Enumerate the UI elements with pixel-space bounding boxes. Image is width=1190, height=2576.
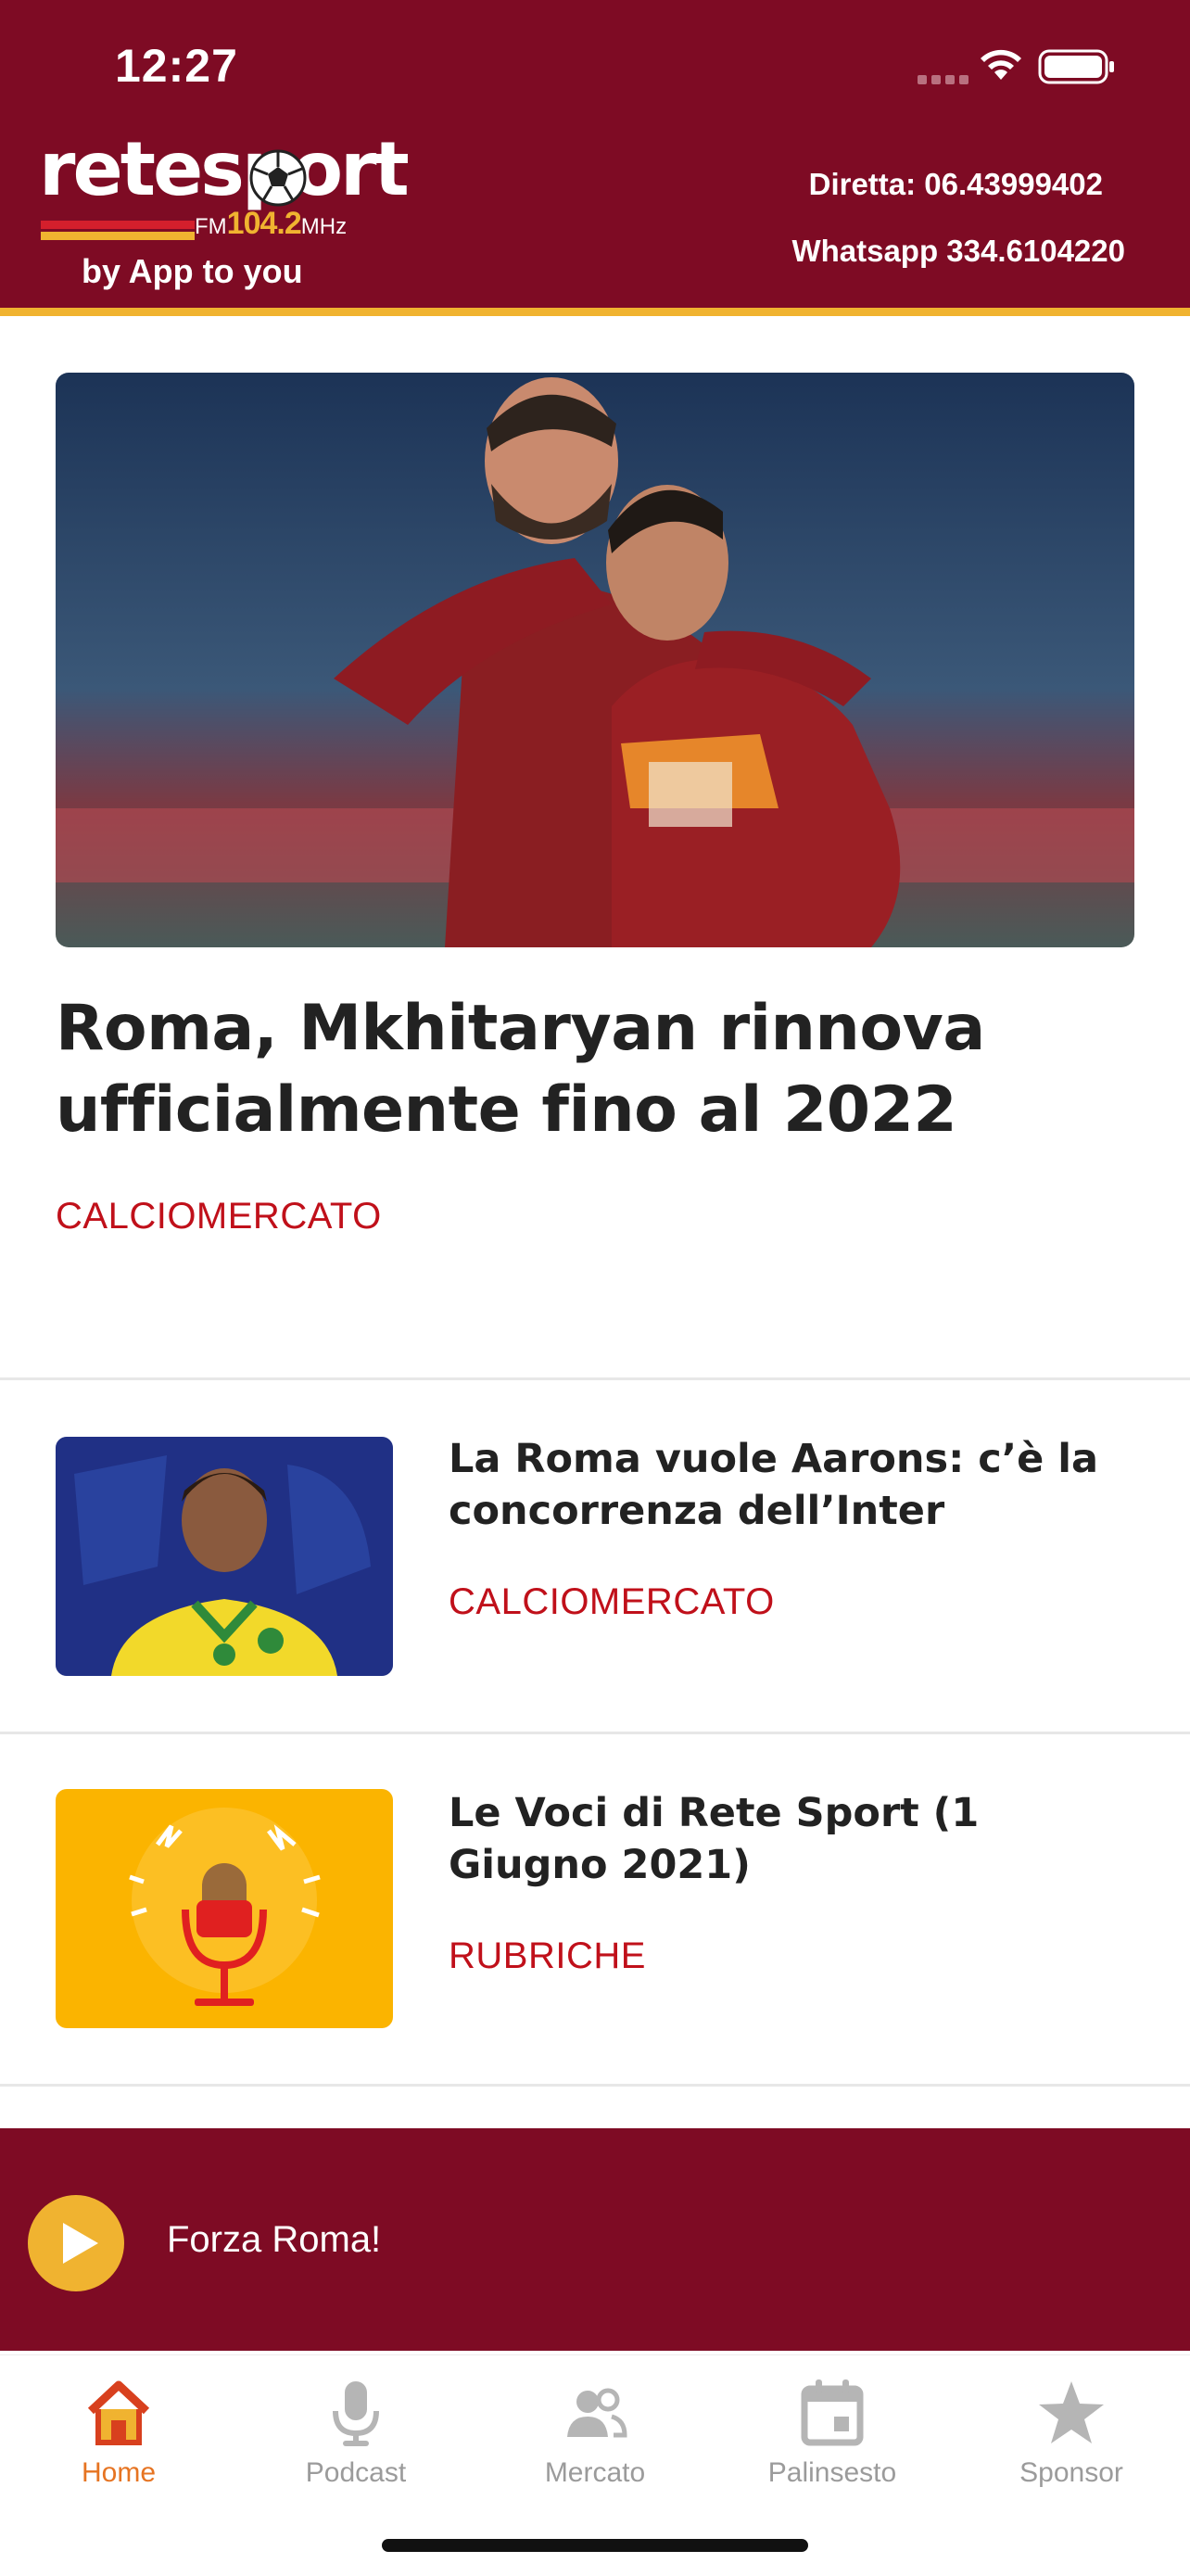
star-icon — [1039, 2381, 1104, 2443]
radio-player-bar: Forza Roma! — [0, 2128, 1190, 2351]
article-photo — [56, 1437, 393, 1676]
home-indicator — [382, 2539, 808, 2552]
play-button[interactable] — [28, 2195, 124, 2291]
play-icon — [63, 2223, 98, 2264]
divider — [0, 1377, 1190, 1380]
article-category[interactable]: RUBRICHE — [449, 1935, 646, 1977]
microphone-icon — [333, 2381, 379, 2446]
tab-label: Sponsor — [1019, 2457, 1123, 2488]
tab-label: Podcast — [305, 2457, 407, 2488]
article-category[interactable]: CALCIOMERCATO — [449, 1581, 775, 1623]
home-icon — [87, 2380, 150, 2445]
soccer-ball-icon — [249, 149, 307, 207]
divider — [0, 2084, 1190, 2087]
divider — [0, 1732, 1190, 1734]
cellular-signal-icon — [918, 72, 973, 89]
tab-label: Home — [81, 2457, 157, 2488]
tab-label: Mercato — [544, 2457, 646, 2488]
logo-wordmark: retesport — [39, 126, 410, 212]
hero-article-title[interactable]: Roma, Mkhitaryan rinnova ufficialmente f… — [56, 988, 1131, 1151]
tab-podcast[interactable]: Podcast — [254, 2378, 458, 2517]
status-time: 12:27 — [115, 40, 238, 92]
player-title: Forza Roma! — [167, 2219, 382, 2260]
logo-red-bar — [41, 221, 195, 229]
tab-home[interactable]: Home — [17, 2378, 221, 2517]
article-thumbnail[interactable] — [56, 1437, 393, 1676]
app-header: 12:27 retesport FM104.2MHz by App to you… — [0, 0, 1190, 308]
battery-icon — [1038, 49, 1114, 84]
tab-label: Palinsesto — [767, 2457, 897, 2488]
tab-palinsesto[interactable]: Palinsesto — [730, 2378, 934, 2517]
header-accent-stripe — [0, 308, 1190, 316]
live-phone-link[interactable]: Diretta: 06.43999402 — [809, 167, 1103, 202]
tab-mercato[interactable]: Mercato — [493, 2378, 697, 2517]
article-thumbnail[interactable] — [56, 1789, 393, 2028]
article-title[interactable]: La Roma vuole Aarons: c’è la concorrenza… — [449, 1433, 1134, 1537]
hero-article-category[interactable]: CALCIOMERCATO — [56, 1196, 382, 1237]
calendar-icon — [801, 2379, 864, 2446]
logo-frequency: FM104.2MHz — [195, 206, 348, 241]
hero-article-image[interactable] — [56, 373, 1134, 947]
article-title[interactable]: Le Voci di Rete Sport (1 Giugno 2021) — [449, 1787, 1134, 1891]
logo-yellow-bar — [41, 232, 195, 240]
tab-sponsor[interactable]: Sponsor — [969, 2378, 1173, 2517]
microphone-illustration — [56, 1789, 393, 2028]
wifi-icon — [981, 49, 1021, 80]
whatsapp-link[interactable]: Whatsapp 334.6104220 — [791, 234, 1125, 269]
logo-tagline: by App to you — [82, 252, 303, 290]
users-icon — [567, 2388, 627, 2438]
hero-photo — [56, 373, 1134, 947]
retesport-logo: retesport FM104.2MHz by App to you — [39, 126, 410, 297]
